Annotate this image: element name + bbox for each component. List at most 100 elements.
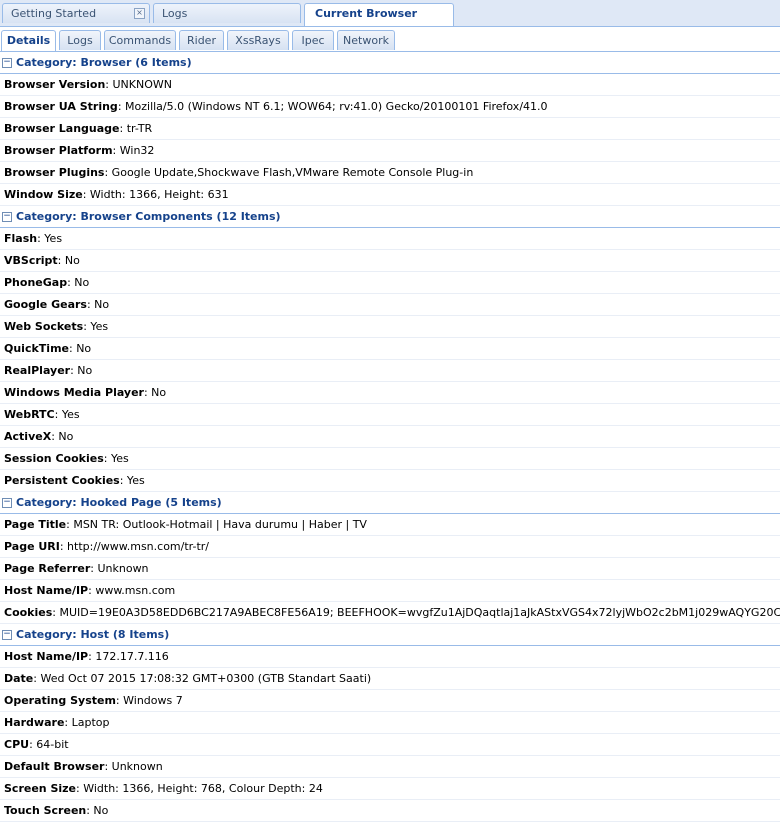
detail-row: Operating System: Windows 7	[0, 690, 780, 712]
detail-value: : Yes	[37, 232, 63, 245]
detail-value: : MUID=19E0A3D58EDD6BC217A9ABEC8FE56A19;…	[52, 606, 780, 619]
category-title: Category: Browser Components (12 Items)	[16, 210, 281, 223]
detail-key: Browser Plugins	[4, 166, 105, 179]
detail-key: QuickTime	[4, 342, 69, 355]
detail-value: : Width: 1366, Height: 768, Colour Depth…	[76, 782, 323, 795]
detail-value: : No	[69, 342, 92, 355]
collapse-icon[interactable]: −	[2, 57, 12, 68]
detail-value: : tr-TR	[119, 122, 153, 135]
detail-value: : UNKNOWN	[105, 78, 172, 91]
detail-row: Windows Media Player: No	[0, 382, 780, 404]
detail-key: Screen Size	[4, 782, 77, 795]
subtab-xssrays[interactable]: XssRays	[227, 30, 289, 50]
top-tab-bar: Getting Started × Logs Current Browser	[0, 0, 780, 27]
detail-key: Date	[4, 672, 34, 685]
detail-value: : Unknown	[90, 562, 149, 575]
detail-key: Browser UA String	[4, 100, 118, 113]
subtab-rider[interactable]: Rider	[179, 30, 224, 50]
detail-key: CPU	[4, 738, 30, 751]
detail-value: : Mozilla/5.0 (Windows NT 6.1; WOW64; rv…	[117, 100, 548, 113]
detail-key: Session Cookies	[4, 452, 104, 465]
detail-row: Browser UA String: Mozilla/5.0 (Windows …	[0, 96, 780, 118]
category-header[interactable]: − Category: Hooked Page (5 Items)	[0, 492, 780, 514]
category-title: Category: Browser (6 Items)	[16, 56, 192, 69]
detail-key: Page URI	[4, 540, 60, 553]
subtab-details[interactable]: Details	[1, 30, 56, 51]
detail-value: : 172.17.7.116	[88, 650, 169, 663]
detail-row: Cookies: MUID=19E0A3D58EDD6BC217A9ABEC8F…	[0, 602, 780, 624]
detail-key: Windows Media Player	[4, 386, 144, 399]
detail-key: Flash	[4, 232, 38, 245]
detail-value: : http://www.msn.com/tr-tr/	[59, 540, 209, 553]
detail-value: : Yes	[83, 320, 109, 333]
detail-key: Window Size	[4, 188, 83, 201]
subtab-network[interactable]: Network	[337, 30, 395, 50]
detail-key: Browser Version	[4, 78, 106, 91]
detail-key: WebRTC	[4, 408, 55, 421]
detail-row: Hardware: Laptop	[0, 712, 780, 734]
tab-label: Logs	[162, 7, 188, 20]
detail-value: : Yes	[54, 408, 80, 421]
category-header[interactable]: − Category: Host (8 Items)	[0, 624, 780, 646]
detail-value: : Unknown	[104, 760, 163, 773]
detail-value: : www.msn.com	[88, 584, 176, 597]
detail-key: Default Browser	[4, 760, 105, 773]
subtab-ipec[interactable]: Ipec	[292, 30, 334, 50]
tab-getting-started[interactable]: Getting Started ×	[2, 3, 150, 23]
detail-row: Browser Version: UNKNOWN	[0, 74, 780, 96]
detail-row: WebRTC: Yes	[0, 404, 780, 426]
detail-row: Persistent Cookies: Yes	[0, 470, 780, 492]
detail-row: CPU: 64-bit	[0, 734, 780, 756]
detail-value: : Yes	[119, 474, 145, 487]
detail-row: PhoneGap: No	[0, 272, 780, 294]
detail-key: Google Gears	[4, 298, 87, 311]
detail-row: RealPlayer: No	[0, 360, 780, 382]
detail-key: Touch Screen	[4, 804, 87, 817]
detail-row: Page URI: http://www.msn.com/tr-tr/	[0, 536, 780, 558]
detail-key: Cookies	[4, 606, 53, 619]
detail-key: Page Referrer	[4, 562, 91, 575]
tab-label: Getting Started	[11, 7, 97, 20]
detail-row: Google Gears: No	[0, 294, 780, 316]
tab-current-browser[interactable]: Current Browser	[304, 3, 454, 26]
detail-value: : 64-bit	[29, 738, 69, 751]
detail-value: : Width: 1366, Height: 631	[82, 188, 229, 201]
detail-row: QuickTime: No	[0, 338, 780, 360]
detail-key: RealPlayer	[4, 364, 71, 377]
detail-value: : Laptop	[64, 716, 110, 729]
detail-key: Page Title	[4, 518, 67, 531]
detail-value: : Google Update,Shockwave Flash,VMware R…	[104, 166, 474, 179]
subtab-commands[interactable]: Commands	[104, 30, 176, 50]
detail-value: : No	[51, 430, 74, 443]
detail-key: VBScript	[4, 254, 58, 267]
category-header[interactable]: − Category: Browser Components (12 Items)	[0, 206, 780, 228]
detail-row: Touch Screen: No	[0, 800, 780, 822]
detail-row: Date: Wed Oct 07 2015 17:08:32 GMT+0300 …	[0, 668, 780, 690]
detail-row: VBScript: No	[0, 250, 780, 272]
detail-row: Browser Language: tr-TR	[0, 118, 780, 140]
detail-row: Browser Platform: Win32	[0, 140, 780, 162]
collapse-icon[interactable]: −	[2, 211, 12, 222]
detail-row: Window Size: Width: 1366, Height: 631	[0, 184, 780, 206]
close-icon[interactable]: ×	[134, 8, 145, 19]
collapse-icon[interactable]: −	[2, 629, 12, 640]
detail-key: Browser Language	[4, 122, 120, 135]
collapse-icon[interactable]: −	[2, 497, 12, 508]
detail-key: Hardware	[4, 716, 65, 729]
detail-row: ActiveX: No	[0, 426, 780, 448]
detail-value: : No	[143, 386, 167, 399]
subtab-logs[interactable]: Logs	[59, 30, 101, 50]
detail-key: Host Name/IP	[4, 650, 89, 663]
detail-row: Page Referrer: Unknown	[0, 558, 780, 580]
tab-logs[interactable]: Logs	[153, 3, 301, 23]
detail-row: Page Title: MSN TR: Outlook-Hotmail | Ha…	[0, 514, 780, 536]
detail-value: : Yes	[103, 452, 129, 465]
category-title: Category: Hooked Page (5 Items)	[16, 496, 222, 509]
detail-row: Web Sockets: Yes	[0, 316, 780, 338]
detail-key: PhoneGap	[4, 276, 68, 289]
detail-row: Host Name/IP: 172.17.7.116	[0, 646, 780, 668]
category-header[interactable]: − Category: Browser (6 Items)	[0, 52, 780, 74]
detail-row: Session Cookies: Yes	[0, 448, 780, 470]
details-panel: − Category: Browser (6 Items) Browser Vers…	[0, 52, 780, 822]
detail-key: Host Name/IP	[4, 584, 89, 597]
